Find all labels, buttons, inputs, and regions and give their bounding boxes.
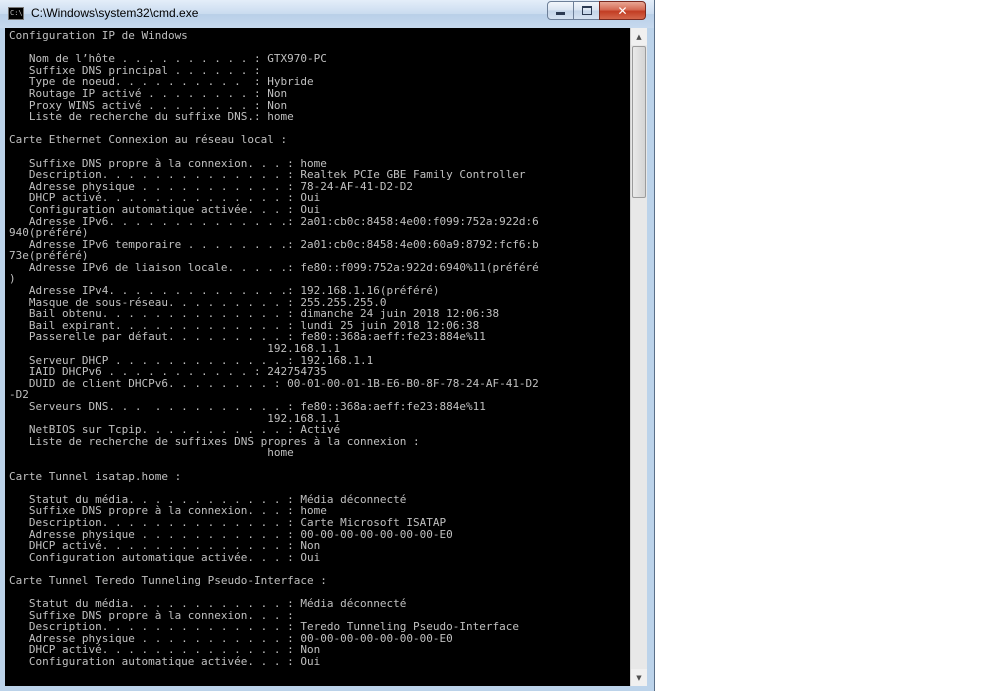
console-line: Carte Tunnel Teredo Tunneling Pseudo-Int… xyxy=(9,573,327,587)
window-title: C:\Windows\system32\cmd.exe xyxy=(31,6,199,20)
caption-buttons: ✕ xyxy=(547,1,646,20)
vertical-scrollbar[interactable]: ▲ ▼ xyxy=(630,28,647,686)
minimize-button[interactable] xyxy=(547,1,574,20)
console-line: Configuration automatique activée. . . :… xyxy=(9,655,321,669)
maximize-button[interactable] xyxy=(573,1,600,20)
arrow-up-icon: ▲ xyxy=(636,32,642,41)
cmd-window: C:\ C:\Windows\system32\cmd.exe ✕ Config… xyxy=(0,0,655,691)
scroll-down-button[interactable]: ▼ xyxy=(631,669,647,686)
console-line: Carte Ethernet Connexion au réseau local… xyxy=(9,133,288,147)
arrow-down-icon: ▼ xyxy=(636,673,642,682)
close-icon: ✕ xyxy=(617,3,628,18)
console-line: Carte Tunnel isatap.home : xyxy=(9,469,182,483)
console-line: Configuration IP de Windows xyxy=(9,29,188,42)
close-button[interactable]: ✕ xyxy=(599,1,646,20)
minimize-icon xyxy=(556,12,565,15)
console-line: Liste de recherche du suffixe DNS.: home xyxy=(9,110,294,124)
console-line: Adresse IPv6 de liaison locale. . . . .:… xyxy=(9,260,539,274)
console-output-area[interactable]: Configuration IP de Windows Nom de l’hôt… xyxy=(5,28,630,686)
console-line: DUID de client DHCPv6. . . . . . . . : 0… xyxy=(9,376,539,390)
maximize-icon xyxy=(581,6,592,15)
console-line: Configuration automatique activée. . . :… xyxy=(9,550,321,564)
title-bar[interactable]: C:\ C:\Windows\system32\cmd.exe ✕ xyxy=(0,0,654,28)
cmd-app-icon[interactable]: C:\ xyxy=(8,7,24,20)
scroll-up-button[interactable]: ▲ xyxy=(631,28,647,45)
console-line: home xyxy=(9,446,294,460)
scroll-thumb[interactable] xyxy=(632,46,646,198)
console-text: Configuration IP de Windows Nom de l’hôt… xyxy=(9,30,539,668)
